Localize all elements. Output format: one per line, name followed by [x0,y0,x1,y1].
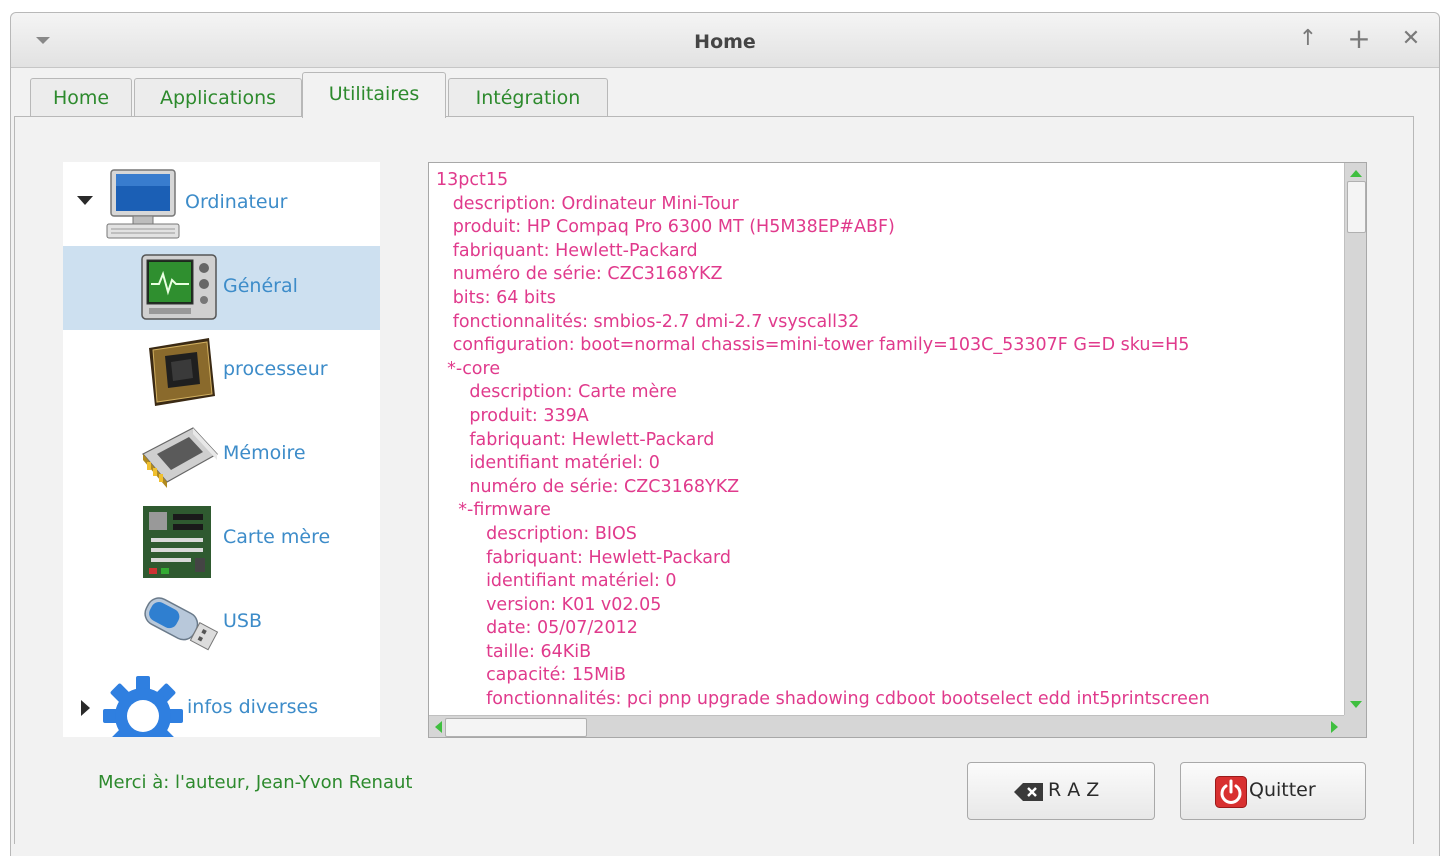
text-line: version: K01 v02.05 [436,594,662,615]
tab-utilitaires[interactable]: Utilitaires [302,72,446,118]
maximize-button[interactable]: + [1346,25,1372,53]
backspace-icon [1014,783,1043,801]
scroll-right-arrow-icon[interactable] [1330,720,1340,734]
text-line: date: 05/07/2012 [436,618,638,639]
tab-applications[interactable]: Applications [134,78,302,116]
usb-drive-icon [144,597,219,651]
tree-item-memoire[interactable]: Mémoire [63,414,380,498]
text-line: identifiant matériel: 0 [436,571,677,592]
text-line: produit: HP Compaq Pro 6300 MT (H5M38EP#… [436,217,895,238]
tree-item-general[interactable]: Général [63,246,380,330]
tree-label: Mémoire [223,442,306,464]
motherboard-icon [143,506,211,578]
details-text[interactable]: 13pct15 description: Ordinateur Mini-Tou… [436,169,1342,713]
tab-integration[interactable]: Intégration [448,78,608,116]
text-line: numéro de série: CZC3168YKZ [436,264,723,285]
memory-module-icon [142,427,218,488]
cpu-chip-icon [149,338,215,406]
tree-label: Général [223,275,298,297]
vertical-scrollbar[interactable] [1344,163,1366,715]
titlebar[interactable]: Home ↑ + ✕ [11,13,1439,68]
details-textview[interactable]: 13pct15 description: Ordinateur Mini-Tou… [428,162,1367,738]
vertical-scroll-thumb[interactable] [1347,181,1366,233]
window-title: Home [694,31,756,53]
raz-button[interactable]: R A Z [967,762,1155,820]
raz-label: R A Z [1048,779,1100,801]
text-line: bits: 64 bits [436,287,556,308]
tree-item-ordinateur[interactable]: Ordinateur [63,162,380,246]
scroll-down-arrow-icon[interactable] [1349,700,1363,710]
text-line: 13pct15 [436,170,509,190]
tree-label: USB [223,610,263,632]
text-line: configuration: boot=normal chassis=mini-… [436,335,1190,356]
hardware-tree[interactable]: Ordinateur Général processeur Mémoire Ca… [63,162,380,737]
text-line: fabriquant: Hewlett-Packard [436,240,698,261]
expand-arrow-icon[interactable] [77,196,93,205]
quit-label: Quitter [1249,779,1316,801]
gear-icon [103,676,183,737]
expand-arrow-icon[interactable] [81,700,90,716]
tree-item-carte-mere[interactable]: Carte mère [63,498,380,582]
computer-icon [106,169,180,239]
close-button[interactable]: ✕ [1398,25,1424,53]
power-icon [1215,776,1247,808]
text-line: *-firmware [436,500,551,521]
horizontal-scrollbar[interactable] [429,715,1344,737]
minimize-button[interactable]: ↑ [1295,25,1321,53]
tab-home[interactable]: Home [30,78,132,116]
text-line: description: Ordinateur Mini-Tour [436,193,739,214]
text-line: description: Carte mère [436,382,677,403]
text-line: fabriquant: Hewlett-Packard [436,429,715,450]
text-line: numéro de série: CZC3168YKZ [436,476,740,497]
text-line: capacité: 15MiB [436,665,627,686]
quit-button[interactable]: Quitter [1180,762,1366,820]
text-line: identifiant matériel: 0 [436,453,660,474]
tree-label: processeur [223,358,328,380]
text-line: fonctionnalités: pci pnp upgrade shadowi… [436,689,1210,710]
text-line: produit: 339A [436,405,589,426]
scroll-up-arrow-icon[interactable] [1349,168,1363,178]
tree-label: Carte mère [223,526,331,548]
tree-item-infos-diverses[interactable]: infos diverses [63,666,380,737]
scroll-left-arrow-icon[interactable] [433,720,443,734]
monitor-chart-icon [141,254,217,320]
tree-label: infos diverses [187,696,319,718]
credits-label: Merci à: l'auteur, Jean-Yvon Renaut [98,772,413,793]
tree-item-usb[interactable]: USB [63,582,380,666]
text-line: taille: 64KiB [436,641,592,662]
text-line: fabriquant: Hewlett-Packard [436,547,732,568]
text-line: *-core [436,358,501,379]
tree-item-processeur[interactable]: processeur [63,330,380,414]
tree-label: Ordinateur [185,191,288,213]
scroll-corner [1344,715,1366,737]
horizontal-scroll-thumb[interactable] [445,718,587,737]
text-line: description: BIOS [436,523,637,544]
text-line: fonctionnalités: smbios-2.7 dmi-2.7 vsys… [436,311,860,332]
